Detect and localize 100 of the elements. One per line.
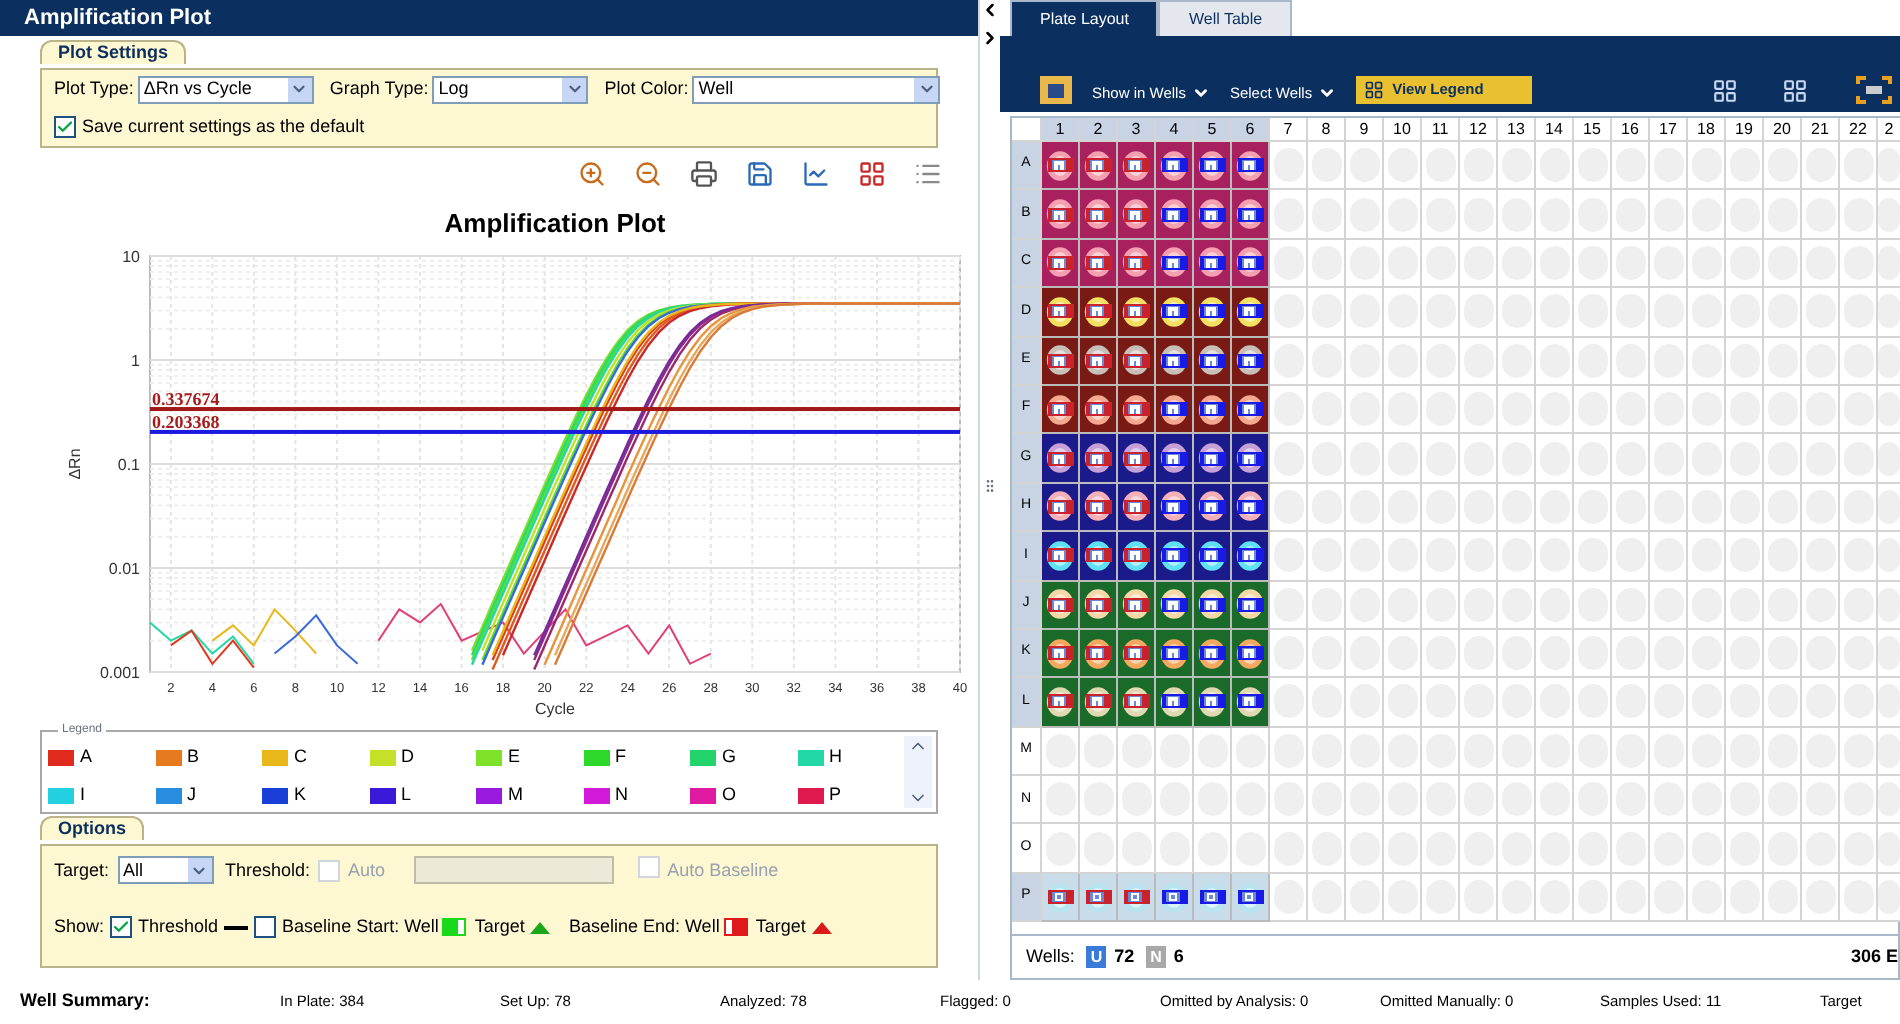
empty-well[interactable] (1767, 684, 1797, 719)
empty-well[interactable] (1878, 197, 1900, 232)
column-header[interactable]: 3 (1118, 118, 1156, 142)
empty-well[interactable] (1311, 587, 1341, 622)
empty-well[interactable] (1311, 880, 1341, 915)
empty-well[interactable] (1805, 441, 1835, 476)
empty-well[interactable] (1463, 148, 1493, 183)
empty-well[interactable] (1425, 441, 1455, 476)
empty-well[interactable] (1197, 831, 1227, 866)
empty-well[interactable] (1273, 441, 1303, 476)
empty-well[interactable] (1463, 684, 1493, 719)
empty-well[interactable] (1539, 880, 1569, 915)
column-header[interactable]: 19 (1726, 118, 1764, 142)
empty-well[interactable] (1387, 538, 1417, 573)
column-header[interactable]: 15 (1574, 118, 1612, 142)
column-header[interactable]: 1 (1042, 118, 1080, 142)
empty-well[interactable] (1159, 831, 1189, 866)
empty-well[interactable] (1615, 782, 1645, 817)
empty-well[interactable] (1691, 489, 1721, 524)
empty-well[interactable] (1805, 587, 1835, 622)
empty-well[interactable] (1197, 782, 1227, 817)
empty-well[interactable] (1767, 880, 1797, 915)
empty-well[interactable] (1729, 880, 1759, 915)
empty-well[interactable] (1805, 489, 1835, 524)
empty-well[interactable] (1045, 782, 1075, 817)
empty-well[interactable] (1311, 538, 1341, 573)
empty-well[interactable] (1273, 489, 1303, 524)
empty-well[interactable] (1691, 441, 1721, 476)
empty-well[interactable] (1615, 294, 1645, 329)
empty-well[interactable] (1653, 392, 1683, 427)
dropdown[interactable]: All (117, 856, 214, 885)
expand-right-icon[interactable] (980, 28, 1000, 48)
empty-well[interactable] (1311, 148, 1341, 183)
empty-well[interactable] (1387, 880, 1417, 915)
empty-well[interactable] (1235, 782, 1265, 817)
empty-well[interactable] (1843, 441, 1873, 476)
empty-well[interactable] (1805, 245, 1835, 280)
empty-well[interactable] (1425, 587, 1455, 622)
empty-well[interactable] (1387, 684, 1417, 719)
empty-well[interactable] (1653, 831, 1683, 866)
empty-well[interactable] (1425, 684, 1455, 719)
empty-well[interactable] (1805, 782, 1835, 817)
empty-well[interactable] (1539, 441, 1569, 476)
empty-well[interactable] (1691, 343, 1721, 378)
empty-well[interactable] (1273, 148, 1303, 183)
column-header[interactable]: 12 (1460, 118, 1498, 142)
empty-well[interactable] (1539, 636, 1569, 671)
empty-well[interactable] (1463, 782, 1493, 817)
empty-well[interactable] (1539, 538, 1569, 573)
empty-well[interactable] (1501, 148, 1531, 183)
column-header[interactable]: 18 (1688, 118, 1726, 142)
empty-well[interactable] (1767, 489, 1797, 524)
column-header[interactable]: 8 (1308, 118, 1346, 142)
empty-well[interactable] (1463, 880, 1493, 915)
empty-well[interactable] (1121, 782, 1151, 817)
empty-well[interactable] (1729, 294, 1759, 329)
empty-well[interactable] (1767, 538, 1797, 573)
empty-well[interactable] (1577, 148, 1607, 183)
empty-well[interactable] (1767, 245, 1797, 280)
column-header[interactable]: 4 (1156, 118, 1194, 142)
empty-well[interactable] (1463, 636, 1493, 671)
empty-well[interactable] (1767, 294, 1797, 329)
checkbox[interactable] (254, 916, 277, 939)
empty-well[interactable] (1349, 587, 1379, 622)
empty-well[interactable] (1767, 831, 1797, 866)
empty-well[interactable] (1273, 392, 1303, 427)
empty-well[interactable] (1878, 636, 1900, 671)
empty-well[interactable] (1539, 343, 1569, 378)
empty-well[interactable] (1615, 831, 1645, 866)
empty-well[interactable] (1539, 782, 1569, 817)
empty-well[interactable] (1349, 489, 1379, 524)
column-header[interactable]: 22 (1840, 118, 1878, 142)
empty-well[interactable] (1691, 148, 1721, 183)
empty-well[interactable] (1539, 733, 1569, 768)
column-header[interactable]: 16 (1612, 118, 1650, 142)
empty-well[interactable] (1577, 489, 1607, 524)
empty-well[interactable] (1805, 636, 1835, 671)
empty-well[interactable] (1387, 197, 1417, 232)
tab[interactable]: Options (40, 816, 144, 840)
empty-well[interactable] (1387, 733, 1417, 768)
grid-icon[interactable] (858, 160, 886, 188)
empty-well[interactable] (1387, 587, 1417, 622)
empty-well[interactable] (1311, 294, 1341, 329)
empty-well[interactable] (1577, 538, 1607, 573)
empty-well[interactable] (1691, 782, 1721, 817)
empty-well[interactable] (1501, 245, 1531, 280)
empty-well[interactable] (1425, 489, 1455, 524)
empty-well[interactable] (1577, 441, 1607, 476)
empty-well[interactable] (1349, 782, 1379, 817)
empty-well[interactable] (1501, 294, 1531, 329)
empty-well[interactable] (1463, 489, 1493, 524)
empty-well[interactable] (1729, 733, 1759, 768)
empty-well[interactable] (1767, 636, 1797, 671)
empty-well[interactable] (1615, 684, 1645, 719)
empty-well[interactable] (1273, 831, 1303, 866)
empty-well[interactable] (1463, 587, 1493, 622)
empty-well[interactable] (1729, 441, 1759, 476)
empty-well[interactable] (1805, 733, 1835, 768)
empty-well[interactable] (1463, 831, 1493, 866)
empty-well[interactable] (1577, 587, 1607, 622)
